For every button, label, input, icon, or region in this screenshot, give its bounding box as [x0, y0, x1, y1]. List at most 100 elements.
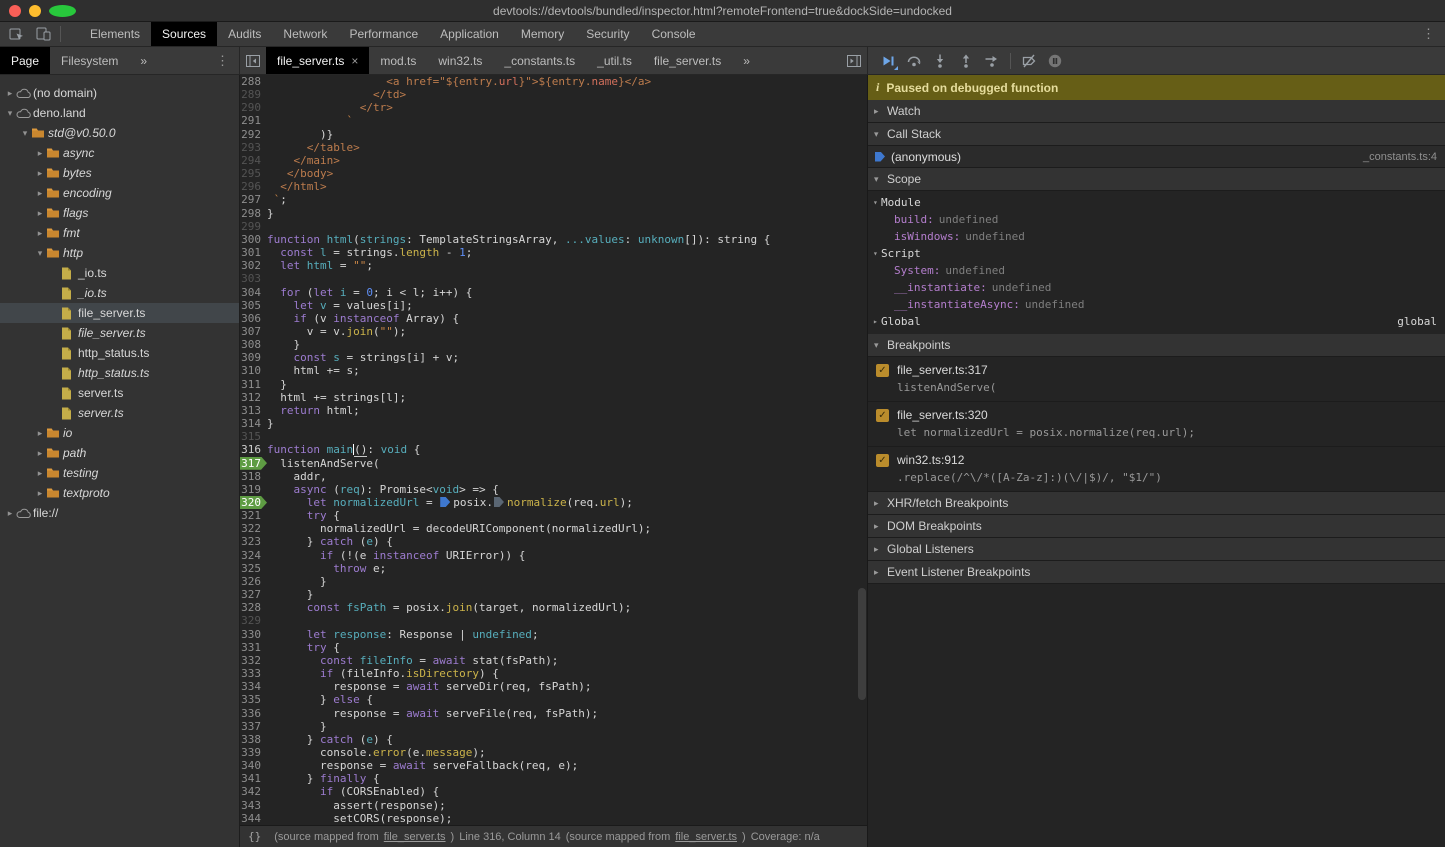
line-number[interactable]: 335 — [240, 693, 267, 706]
code-line[interactable]: 328 const fsPath = posix.join(target, no… — [240, 601, 867, 614]
scope-property[interactable]: isWindows:undefined — [868, 228, 1445, 245]
scope-group-global[interactable]: ▸Globalglobal — [868, 313, 1445, 330]
navigator-tab-page[interactable]: Page — [0, 47, 50, 74]
section-scope[interactable]: ▾Scope — [868, 168, 1445, 191]
code-line[interactable]: 305 let v = values[i]; — [240, 299, 867, 312]
tab-elements[interactable]: Elements — [79, 22, 151, 46]
tree-item-io-ts[interactable]: _io.ts — [0, 283, 239, 303]
line-number[interactable]: 288 — [240, 75, 267, 88]
code-line[interactable]: 339 console.error(e.message); — [240, 746, 867, 759]
inspect-element-icon[interactable] — [4, 23, 30, 45]
code-line[interactable]: 299 — [240, 220, 867, 233]
tab-audits[interactable]: Audits — [217, 22, 272, 46]
line-number[interactable]: 300 — [240, 233, 267, 246]
editor-more-tabs[interactable]: » — [732, 47, 761, 74]
line-number[interactable]: 332 — [240, 654, 267, 667]
code-line[interactable]: 315 — [240, 430, 867, 443]
scope-property[interactable]: __instantiate:undefined — [868, 279, 1445, 296]
pretty-print-icon[interactable]: {} — [248, 830, 261, 843]
code-line[interactable]: 288 <a href="${entry.url}">${entry.name}… — [240, 75, 867, 88]
code-line[interactable]: 321 try { — [240, 509, 867, 522]
code-line[interactable]: 302 let html = ""; — [240, 259, 867, 272]
code-line[interactable]: 291 ` — [240, 114, 867, 127]
line-number[interactable]: 333 — [240, 667, 267, 680]
code-line[interactable]: 325 throw e; — [240, 562, 867, 575]
tree-item-std-v0-50-0[interactable]: ▾std@v0.50.0 — [0, 123, 239, 143]
code-line[interactable]: 323 } catch (e) { — [240, 535, 867, 548]
code-line[interactable]: 313 return html; — [240, 404, 867, 417]
line-number[interactable]: 328 — [240, 601, 267, 614]
section-xhr-fetch-breakpoints[interactable]: ▸XHR/fetch Breakpoints — [868, 492, 1445, 515]
tree-item-server-ts[interactable]: server.ts — [0, 403, 239, 423]
code-line[interactable]: 317 listenAndServe( — [240, 457, 867, 470]
line-number[interactable]: 322 — [240, 522, 267, 535]
chevron-right-icon[interactable]: ▸ — [34, 488, 46, 499]
code-line[interactable]: 331 try { — [240, 641, 867, 654]
code-line[interactable]: 311 } — [240, 378, 867, 391]
line-number[interactable]: 324 — [240, 549, 267, 562]
section-call-stack[interactable]: ▾Call Stack — [868, 123, 1445, 146]
editor-tab-file-server-ts[interactable]: file_server.ts× — [266, 47, 369, 74]
section-dom-breakpoints[interactable]: ▸DOM Breakpoints — [868, 515, 1445, 538]
breakpoint-location[interactable]: file_server.ts:320 — [897, 408, 988, 422]
line-number[interactable]: 303 — [240, 272, 267, 285]
tree-item-http[interactable]: ▾http — [0, 243, 239, 263]
breakpoint-checkbox[interactable]: ✓ — [876, 454, 889, 467]
tree-item-textproto[interactable]: ▸textproto — [0, 483, 239, 503]
code-line[interactable]: 335 } else { — [240, 693, 867, 706]
code-line[interactable]: 320 let normalizedUrl = posix.normalize(… — [240, 496, 867, 509]
chevron-down-icon[interactable]: ▾ — [34, 248, 46, 259]
code-line[interactable]: 322 normalizedUrl = decodeURIComponent(n… — [240, 522, 867, 535]
step-over-button[interactable] — [902, 50, 926, 72]
step-button[interactable] — [980, 50, 1004, 72]
tree-item-bytes[interactable]: ▸bytes — [0, 163, 239, 183]
tab-security[interactable]: Security — [575, 22, 640, 46]
line-number[interactable]: 327 — [240, 588, 267, 601]
line-number[interactable]: 311 — [240, 378, 267, 391]
chevron-right-icon[interactable]: ▸ — [34, 228, 46, 239]
line-number[interactable]: 290 — [240, 101, 267, 114]
editor-tab-win32-ts[interactable]: win32.ts — [427, 47, 493, 74]
breakpoint-badge[interactable]: 320 — [240, 496, 267, 509]
line-number[interactable]: 312 — [240, 391, 267, 404]
breakpoint-location[interactable]: file_server.ts:317 — [897, 363, 988, 377]
code-line[interactable]: 314} — [240, 417, 867, 430]
line-number[interactable]: 334 — [240, 680, 267, 693]
code-editor[interactable]: 288 <a href="${entry.url}">${entry.name}… — [240, 75, 867, 825]
scope-group-script[interactable]: ▾Script — [868, 245, 1445, 262]
code-line[interactable]: 292 )} — [240, 128, 867, 141]
code-line[interactable]: 333 if (fileInfo.isDirectory) { — [240, 667, 867, 680]
scope-property[interactable]: System:undefined — [868, 262, 1445, 279]
chevron-right-icon[interactable]: ▸ — [34, 148, 46, 159]
tree-item-deno-land[interactable]: ▾deno.land — [0, 103, 239, 123]
code-line[interactable]: 326 } — [240, 575, 867, 588]
line-number[interactable]: 309 — [240, 351, 267, 364]
line-number[interactable]: 295 — [240, 167, 267, 180]
scope-group-module[interactable]: ▾Module — [868, 194, 1445, 211]
code-line[interactable]: 301 const l = strings.length - 1; — [240, 246, 867, 259]
deactivate-breakpoints-button[interactable] — [1017, 50, 1041, 72]
show-debugger-sidebar-icon[interactable] — [841, 47, 867, 74]
code-line[interactable]: 334 response = await serveDir(req, fsPat… — [240, 680, 867, 693]
section-event-listener-breakpoints[interactable]: ▸Event Listener Breakpoints — [868, 561, 1445, 584]
main-menu-icon[interactable]: ⋮ — [1412, 22, 1445, 46]
line-number[interactable]: 297 — [240, 193, 267, 206]
tree-item-encoding[interactable]: ▸encoding — [0, 183, 239, 203]
line-number[interactable]: 305 — [240, 299, 267, 312]
editor-tab-mod-ts[interactable]: mod.ts — [369, 47, 427, 74]
close-tab-icon[interactable]: × — [351, 54, 358, 68]
line-number[interactable]: 308 — [240, 338, 267, 351]
line-number[interactable]: 326 — [240, 575, 267, 588]
line-number[interactable]: 343 — [240, 799, 267, 812]
line-number[interactable]: 291 — [240, 114, 267, 127]
code-line[interactable]: 329 — [240, 614, 867, 627]
scope-property[interactable]: __instantiateAsync:undefined — [868, 296, 1445, 313]
line-number[interactable]: 304 — [240, 286, 267, 299]
navigator-more-tabs[interactable]: » — [129, 47, 158, 74]
code-line[interactable]: 310 html += s; — [240, 364, 867, 377]
pause-on-exceptions-button[interactable] — [1043, 50, 1067, 72]
line-number[interactable]: 306 — [240, 312, 267, 325]
code-line[interactable]: 290 </tr> — [240, 101, 867, 114]
tab-memory[interactable]: Memory — [510, 22, 575, 46]
line-number[interactable]: 310 — [240, 364, 267, 377]
